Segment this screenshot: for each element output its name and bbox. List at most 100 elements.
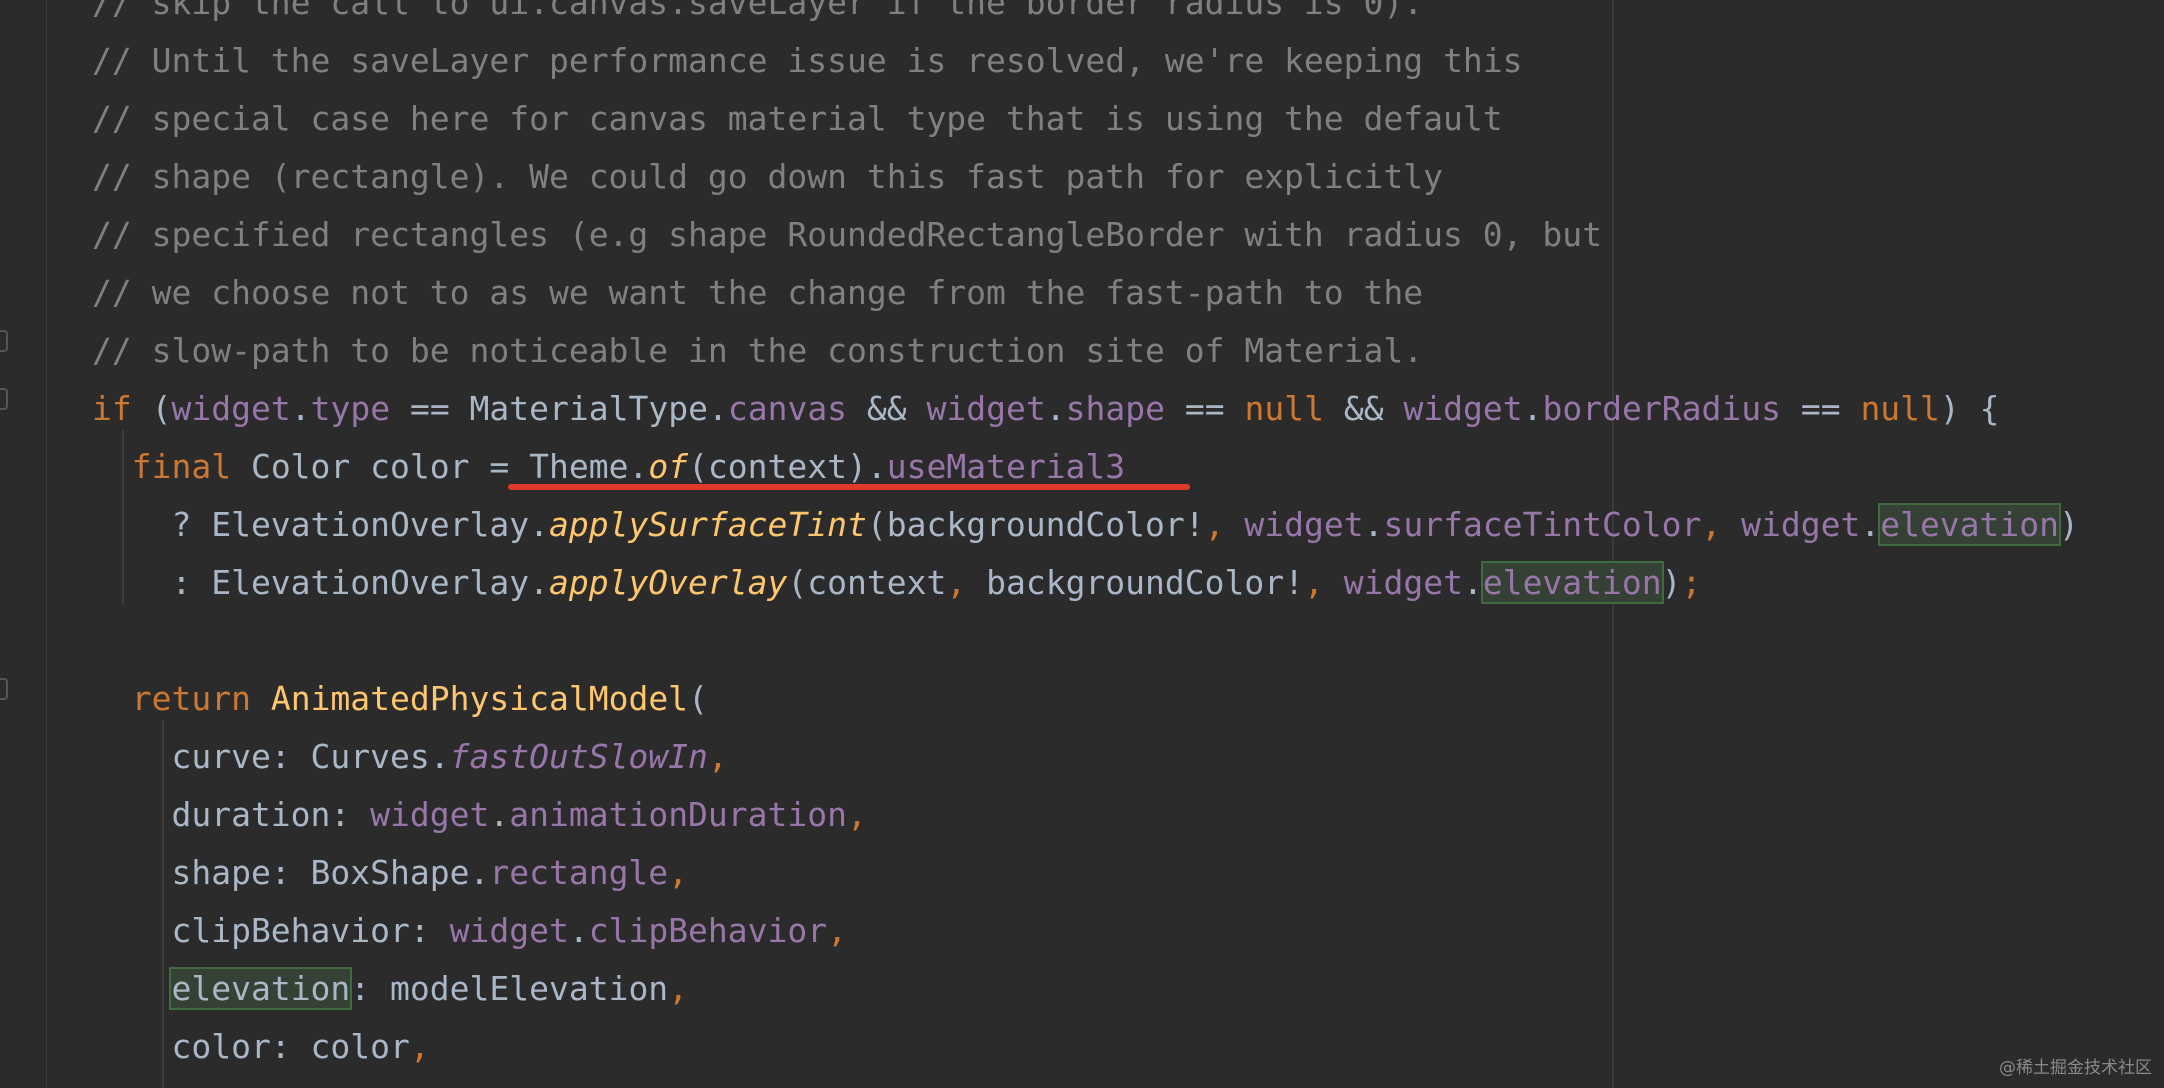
code-token: widget [1244,505,1364,544]
code-token: , [668,853,689,892]
code-token: (context). [688,447,887,486]
code-token: ) [2059,505,2079,544]
code-token: : ElevationOverlay. [92,563,549,602]
code-token: . [1363,505,1384,544]
watermark: @稀土掘金技术社区 [1999,1058,2152,1078]
code-token: == [1164,389,1245,428]
code-token: . [1860,505,1881,544]
code-token: clipBehavior: [92,911,450,950]
code-token: , [827,911,848,950]
code-line[interactable]: if (widget.type == MaterialType.canvas &… [92,380,2000,438]
code-token: // Until the saveLayer performance issue… [92,41,1523,80]
code-token: , [409,1027,430,1066]
code-line[interactable]: color: color, [92,1018,430,1076]
code-token: && [847,389,927,428]
code-token: // specified rectangles (e.g shape Round… [92,215,1602,254]
code-token: . [568,911,589,950]
code-token: ) { [1939,389,2000,428]
code-line[interactable]: // special case here for canvas material… [92,90,1503,148]
code-line[interactable]: // we choose not to as we want the chang… [92,264,1423,322]
code-line[interactable]: shadowColor: modelShadowColor [92,1076,747,1088]
code-line[interactable]: : ElevationOverlay.applyOverlay(context,… [92,554,1701,612]
code-line[interactable]: shape: BoxShape.rectangle, [92,844,688,902]
code-line[interactable]: // slow-path to be noticeable in the con… [92,322,1423,380]
code-token: elevation [1878,503,2062,546]
code-token: of [648,447,689,486]
code-editor[interactable]: // skip the call to ui.canvas.saveLayer … [0,0,2164,1088]
code-token: ; [1681,563,1702,602]
code-token: . [489,795,510,834]
code-token: ( [688,679,708,718]
code-line[interactable]: ? ElevationOverlay.applySurfaceTint(back… [92,496,2079,554]
code-token: applySurfaceTint [548,505,867,544]
fold-marker-icon[interactable] [0,330,8,352]
code-token: surfaceTintColor [1383,505,1702,544]
code-token: borderRadius [1542,389,1781,428]
code-token: == MaterialType. [390,389,728,428]
code-token: null [1244,389,1324,428]
code-token: == [1780,389,1861,428]
code-token: Color color = Theme. [231,447,649,486]
code-token: , [1303,563,1344,602]
code-token: rectangle [489,853,669,892]
code-token: animationDuration [509,795,848,834]
fold-marker-icon[interactable] [0,388,8,410]
code-token: : modelElevation [350,969,669,1008]
code-token: , [1204,505,1245,544]
code-token: AnimatedPhysicalModel [270,679,689,718]
code-token: type [310,389,391,428]
code-token: duration: [92,795,371,834]
fold-marker-icon[interactable] [0,678,8,700]
code-token: shape [1065,389,1165,428]
code-token: useMaterial3 [886,447,1126,486]
code-token: elevation [1480,561,1664,604]
code-token: , [1701,505,1742,544]
code-token: widget [1741,505,1861,544]
code-token: elevation [169,967,353,1010]
code-line[interactable]: // Until the saveLayer performance issue… [92,32,1522,90]
code-token: null [1860,389,1940,428]
code-token: , [946,563,987,602]
code-token: ) [1661,563,1682,602]
code-token: widget [1403,389,1523,428]
code-token: && [1323,389,1404,428]
code-token: , [847,795,867,834]
code-token: widget [1343,563,1463,602]
code-token: // slow-path to be noticeable in the con… [92,331,1424,370]
code-line[interactable]: // specified rectangles (e.g shape Round… [92,206,1602,264]
code-token: final [92,447,232,486]
code-line[interactable]: // shape (rectangle). We could go down t… [92,148,1443,206]
code-token: widget [370,795,490,834]
code-token: , [707,737,728,776]
code-token: applyOverlay [548,563,788,602]
code-token: if [92,389,132,428]
code-token: clipBehavior [588,911,828,950]
code-line[interactable]: return AnimatedPhysicalModel( [92,670,708,728]
code-token: return [92,679,251,718]
code-line[interactable]: elevation: modelElevation, [92,960,688,1018]
code-token: canvas [727,389,848,428]
code-token: // shape (rectangle). We could go down t… [92,157,1444,196]
code-token: (context [787,563,947,602]
code-line[interactable]: clipBehavior: widget.clipBehavior, [92,902,847,960]
code-line[interactable]: // skip the call to ui.canvas.saveLayer … [92,0,1423,32]
code-line[interactable]: curve: Curves.fastOutSlowIn, [92,728,728,786]
code-token: ? ElevationOverlay. [92,505,549,544]
red-underline-annotation [508,484,1190,490]
code-token: . [1045,389,1066,428]
code-token: // we choose not to as we want the chang… [92,273,1424,312]
code-token: color: color [92,1027,410,1066]
code-token: widget [926,389,1046,428]
code-token: // skip the call to ui.canvas.saveLayer … [92,0,1424,22]
code-token: // special case here for canvas material… [92,99,1503,138]
code-token: widget [171,389,291,428]
code-token: . [1522,389,1543,428]
code-token: , [668,969,689,1008]
code-token: . [1462,563,1483,602]
editor-gutter[interactable] [0,0,47,1088]
code-token: fastOutSlowIn [449,737,708,776]
code-line[interactable]: duration: widget.animationDuration, [92,786,867,844]
code-token: backgroundColor! [986,563,1304,602]
